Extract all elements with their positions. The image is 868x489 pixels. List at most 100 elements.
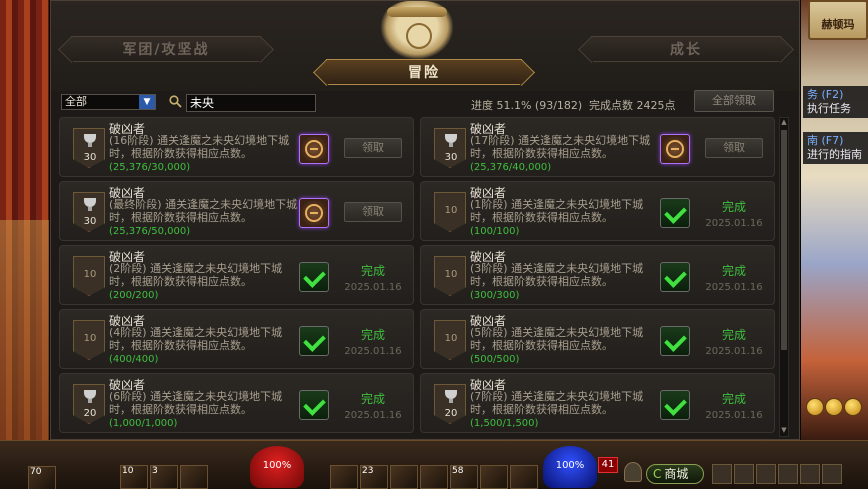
level-label: 70 bbox=[30, 467, 42, 477]
achievement-card: 10 破凶者 (1阶段) 通关逢魔之未央幻境地下城时，根据阶数获得相应点数。 (100… bbox=[420, 181, 775, 241]
skill-slot[interactable] bbox=[180, 465, 208, 489]
badge-points: 10 bbox=[444, 205, 458, 216]
checkmark-icon bbox=[660, 198, 690, 228]
skill-slot[interactable]: 58 bbox=[450, 465, 478, 489]
menu-icon[interactable] bbox=[712, 464, 732, 484]
badge-points: 10 bbox=[444, 269, 458, 280]
shop-icon: C bbox=[653, 467, 662, 481]
reward-icon[interactable] bbox=[660, 134, 690, 164]
scroll-down-icon[interactable]: ▼ bbox=[780, 426, 788, 436]
bell-icon[interactable] bbox=[624, 462, 642, 482]
achievement-progress: (25,376/40,000) bbox=[470, 162, 552, 173]
search-input[interactable]: 未央 bbox=[186, 94, 316, 112]
guide-hotkey: 南 (F7) bbox=[807, 134, 844, 147]
skill-slot[interactable] bbox=[330, 465, 358, 489]
menu-icon[interactable] bbox=[800, 464, 820, 484]
claim-button[interactable]: 领取 bbox=[344, 138, 402, 158]
points-badge: 10 bbox=[434, 320, 466, 360]
guide-label: 进行的指南 bbox=[807, 148, 862, 161]
achievement-desc: (最终阶段) 通关逢魔之未央幻境地下城时，根据阶数获得相应点数。 bbox=[109, 198, 298, 224]
achievement-progress: (25,376/50,000) bbox=[109, 226, 191, 237]
tab-adventure[interactable]: 冒险 bbox=[326, 59, 522, 85]
category-value: 全部 bbox=[65, 95, 87, 108]
background-wall bbox=[0, 0, 50, 440]
scroll-up-icon[interactable]: ▲ bbox=[780, 118, 788, 128]
buff-icon[interactable] bbox=[844, 398, 862, 416]
reward-icon[interactable] bbox=[299, 198, 329, 228]
skill-slot[interactable] bbox=[420, 465, 448, 489]
buff-icon[interactable] bbox=[825, 398, 843, 416]
points-badge: 30 bbox=[73, 192, 105, 232]
complete-label: 完成 bbox=[360, 264, 385, 278]
quest-tracker-task[interactable]: 务 (F2) 执行任务 bbox=[803, 86, 868, 118]
claim-all-button[interactable]: 全部领取 bbox=[694, 90, 774, 112]
claim-button[interactable]: 领取 bbox=[344, 202, 402, 222]
trophy-icon bbox=[445, 390, 457, 403]
menu-icon[interactable] bbox=[756, 464, 776, 484]
slot-count: 3 bbox=[152, 466, 158, 476]
task-label: 执行任务 bbox=[807, 102, 851, 115]
chevron-down-icon[interactable]: ▼ bbox=[139, 95, 155, 109]
menu-icon[interactable] bbox=[822, 464, 842, 484]
achievement-desc: (2阶段) 通关逢魔之未央幻境地下城时，根据阶数获得相应点数。 bbox=[109, 262, 283, 288]
badge-points: 30 bbox=[83, 216, 97, 227]
buff-icon[interactable] bbox=[806, 398, 824, 416]
checkmark-icon bbox=[299, 262, 329, 292]
mp-orb: 100% bbox=[543, 446, 597, 488]
complete-date: 2025.01.16 bbox=[705, 410, 763, 421]
task-hotkey: 务 (F2) bbox=[807, 88, 844, 101]
achievement-card: 10 破凶者 (3阶段) 通关逢魔之未央幻境地下城时，根据阶数获得相应点数。 (300… bbox=[420, 245, 775, 305]
achievement-card: 20 破凶者 (7阶段) 通关逢魔之未央幻境地下城时，根据阶数获得相应点数。 (1,5… bbox=[420, 373, 775, 433]
complete-label: 完成 bbox=[360, 392, 385, 406]
claim-button[interactable]: 领取 bbox=[705, 138, 763, 158]
trophy-icon bbox=[84, 134, 96, 147]
achievement-desc: (3阶段) 通关逢魔之未央幻境地下城时，根据阶数获得相应点数。 bbox=[470, 262, 644, 288]
trophy-icon bbox=[84, 198, 96, 211]
fatigue-counter: 41 bbox=[598, 457, 618, 473]
list-scrollbar[interactable]: ▲ ▼ bbox=[779, 117, 789, 437]
points-summary: 完成点数 2425点 bbox=[589, 99, 676, 112]
complete-date: 2025.01.16 bbox=[705, 218, 763, 229]
hp-orb: 100% bbox=[250, 446, 304, 488]
points-badge: 30 bbox=[434, 128, 466, 168]
achievement-desc: (16阶段) 通关逢魔之未央幻境地下城时，根据阶数获得相应点数。 bbox=[109, 134, 290, 160]
achievement-list: 30 破凶者 (16阶段) 通关逢魔之未央幻境地下城时，根据阶数获得相应点数。 (25… bbox=[59, 117, 777, 437]
trophy-icon bbox=[445, 134, 457, 147]
reward-icon[interactable] bbox=[299, 134, 329, 164]
menu-icon[interactable] bbox=[778, 464, 798, 484]
skill-slot[interactable] bbox=[510, 465, 538, 489]
skill-slot[interactable] bbox=[390, 465, 418, 489]
tab-growth[interactable]: 成长 bbox=[591, 36, 781, 62]
points-badge: 10 bbox=[73, 320, 105, 360]
scroll-thumb[interactable] bbox=[781, 130, 787, 350]
shop-button[interactable]: C 商城 bbox=[646, 464, 704, 484]
checkmark-icon bbox=[299, 326, 329, 356]
menu-icon[interactable] bbox=[734, 464, 754, 484]
progress-summary: 进度 51.1% (93/182) bbox=[471, 99, 583, 112]
skill-slot[interactable]: 23 bbox=[360, 465, 388, 489]
achievement-progress: (1,500/1,500) bbox=[470, 418, 539, 429]
quest-tracker-guide[interactable]: 南 (F7) 进行的指南 bbox=[803, 132, 868, 164]
achievement-card: 10 破凶者 (4阶段) 通关逢魔之未央幻境地下城时，根据阶数获得相应点数。 (400… bbox=[59, 309, 414, 369]
tab-legion[interactable]: 军团/攻坚战 bbox=[71, 36, 261, 62]
skill-slot[interactable]: 3 bbox=[150, 465, 178, 489]
complete-label: 完成 bbox=[360, 328, 385, 342]
points-badge: 20 bbox=[434, 384, 466, 424]
badge-points: 30 bbox=[83, 152, 97, 163]
skill-slot[interactable]: 10 bbox=[120, 465, 148, 489]
achievement-progress: (1,000/1,000) bbox=[109, 418, 178, 429]
skill-slot[interactable] bbox=[480, 465, 508, 489]
achievement-card: 10 破凶者 (2阶段) 通关逢魔之未央幻境地下城时，根据阶数获得相应点数。 (200… bbox=[59, 245, 414, 305]
achievement-desc: (17阶段) 通关逢魔之未央幻境地下城时，根据阶数获得相应点数。 bbox=[470, 134, 651, 160]
points-badge: 30 bbox=[73, 128, 105, 168]
category-select[interactable]: 全部 ▼ bbox=[61, 94, 156, 110]
badge-points: 10 bbox=[83, 269, 97, 280]
achievement-progress: (300/300) bbox=[470, 290, 520, 301]
character-portrait[interactable]: 70 bbox=[28, 466, 56, 489]
points-badge: 10 bbox=[434, 192, 466, 232]
achievement-progress: (25,376/30,000) bbox=[109, 162, 191, 173]
shop-label: 商城 bbox=[664, 467, 689, 481]
achievement-desc: (6阶段) 通关逢魔之未央幻境地下城时，根据阶数获得相应点数。 bbox=[109, 390, 283, 416]
checkmark-icon bbox=[660, 390, 690, 420]
buff-icons bbox=[806, 398, 868, 428]
